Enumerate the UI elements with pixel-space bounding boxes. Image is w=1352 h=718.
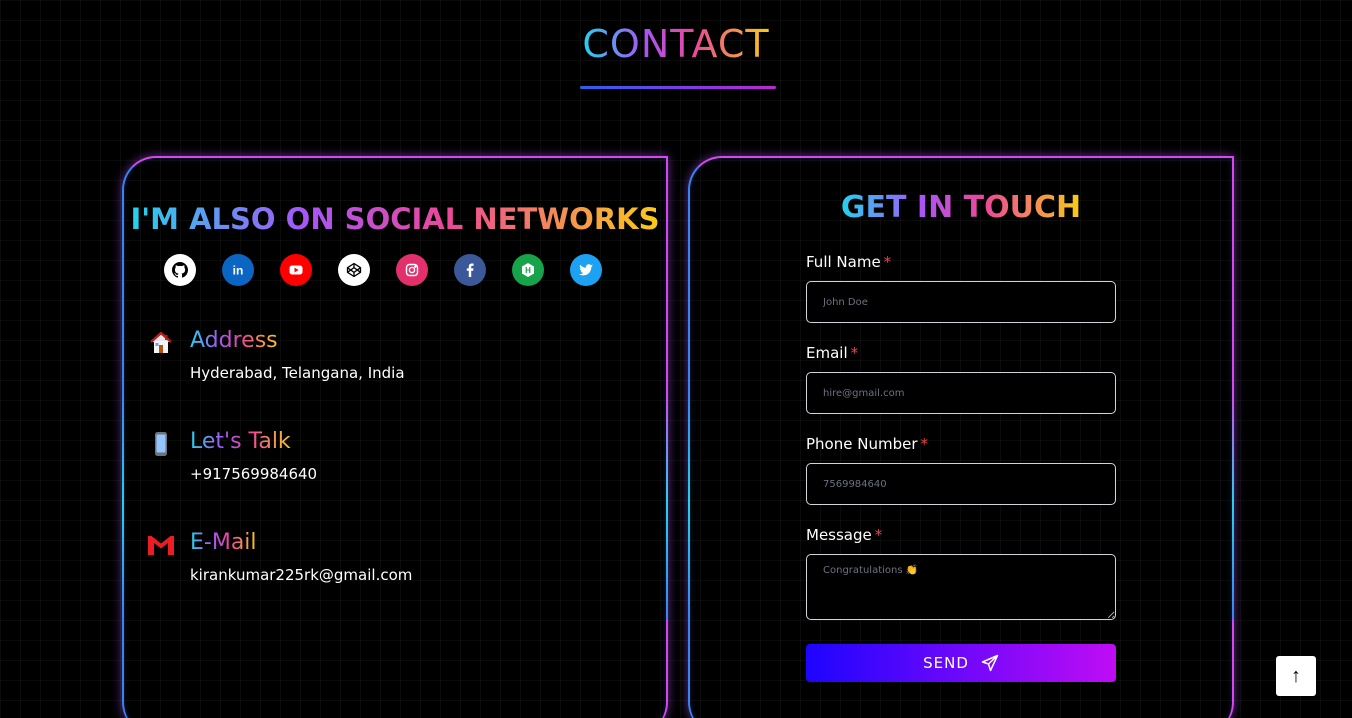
instagram-icon bbox=[405, 263, 419, 277]
codepen-icon bbox=[346, 262, 362, 278]
github-icon bbox=[172, 262, 188, 278]
hackerrank-icon: H bbox=[522, 263, 534, 277]
message-group: Message * bbox=[806, 526, 1116, 624]
phone-group: Phone Number * bbox=[806, 435, 1116, 505]
phone-value: +917569984640 bbox=[190, 465, 318, 483]
form-heading: GET IN TOUCH bbox=[840, 190, 1082, 225]
required-mark: * bbox=[883, 253, 892, 271]
email-input[interactable] bbox=[806, 372, 1116, 414]
paper-plane-icon bbox=[981, 654, 999, 672]
social-info-card: I'M ALSO ON SOCIAL NETWORKS in H Address… bbox=[122, 156, 668, 718]
facebook-link[interactable] bbox=[454, 254, 486, 286]
svg-text:H: H bbox=[525, 266, 531, 275]
contact-form-card: GET IN TOUCH Full Name* Email* Phone Num… bbox=[688, 156, 1234, 718]
email-label: E-Mail bbox=[190, 530, 257, 555]
phone-input[interactable] bbox=[806, 463, 1116, 505]
youtube-icon bbox=[289, 265, 303, 275]
email-value: kirankumar225rk@gmail.com bbox=[190, 566, 413, 584]
section-title: CONTACT bbox=[582, 22, 770, 66]
linkedin-link[interactable]: in bbox=[222, 254, 254, 286]
twitter-icon bbox=[579, 264, 593, 276]
required-mark: * bbox=[874, 526, 883, 544]
send-button[interactable]: SEND bbox=[806, 644, 1116, 682]
codepen-link[interactable] bbox=[338, 254, 370, 286]
twitter-link[interactable] bbox=[570, 254, 602, 286]
required-mark: * bbox=[920, 435, 929, 453]
phone-icon bbox=[146, 429, 176, 459]
social-links: in H bbox=[164, 254, 602, 286]
required-mark: * bbox=[850, 344, 859, 362]
linkedin-icon: in bbox=[233, 264, 244, 278]
gmail-icon bbox=[146, 530, 176, 560]
github-link[interactable] bbox=[164, 254, 196, 286]
phone-field-label: Phone Number bbox=[806, 435, 918, 453]
email-group: Email * bbox=[806, 344, 1116, 414]
full-name-input[interactable] bbox=[806, 281, 1116, 323]
address-value: Hyderabad, Telangana, India bbox=[190, 364, 405, 382]
send-label: SEND bbox=[923, 654, 969, 672]
svg-text:in: in bbox=[233, 264, 244, 278]
message-field-label: Message bbox=[806, 526, 872, 544]
title-underline bbox=[580, 86, 776, 89]
full-name-label: Full Name bbox=[806, 253, 881, 271]
instagram-link[interactable] bbox=[396, 254, 428, 286]
social-heading: I'M ALSO ON SOCIAL NETWORKS bbox=[130, 202, 660, 236]
house-icon bbox=[146, 328, 176, 358]
address-label: Address bbox=[190, 328, 278, 353]
youtube-link[interactable] bbox=[280, 254, 312, 286]
scroll-to-top-button[interactable]: ↑ bbox=[1276, 656, 1316, 696]
talk-label: Let's Talk bbox=[190, 429, 291, 454]
facebook-icon bbox=[466, 263, 474, 277]
email-field-label: Email bbox=[806, 344, 848, 362]
arrow-up-icon: ↑ bbox=[1291, 664, 1301, 687]
full-name-group: Full Name * bbox=[806, 253, 1116, 323]
message-textarea[interactable] bbox=[806, 554, 1116, 620]
hackerrank-link[interactable]: H bbox=[512, 254, 544, 286]
